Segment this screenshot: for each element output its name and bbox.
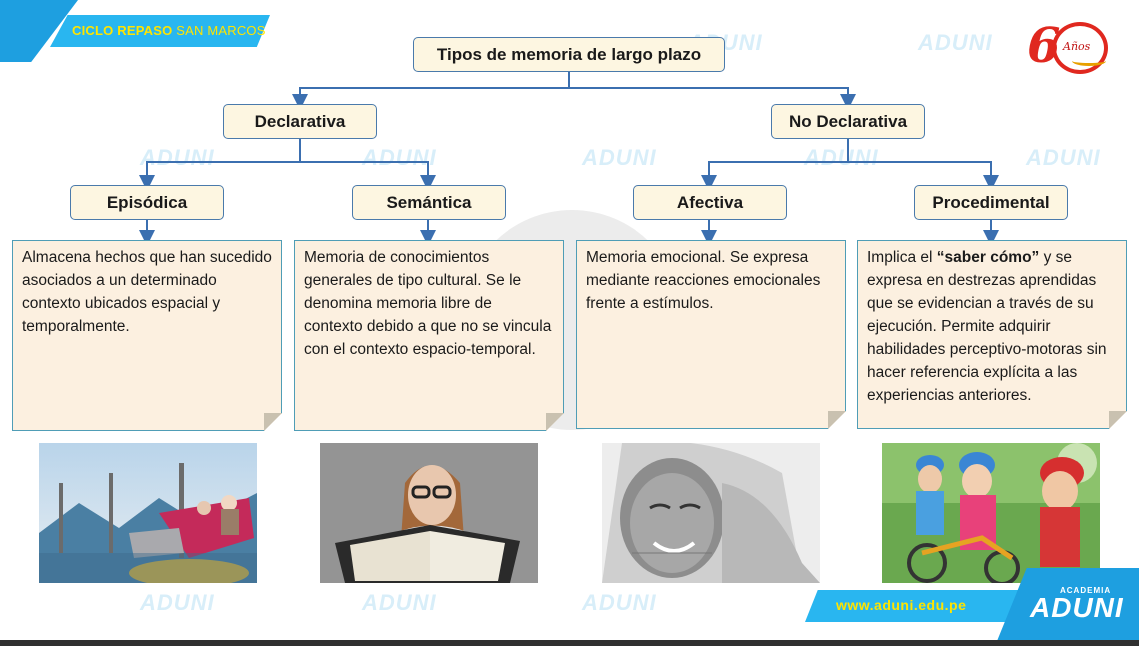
children-riding-bicycles-photo [882,443,1100,583]
node-procedimental: Procedimental [914,185,1068,220]
footer-website-link[interactable]: www.aduni.edu.pe [836,597,966,613]
description-text: Memoria emocional. Se expresa mediante r… [586,249,821,312]
description-text-emphasis: “saber cómo” [936,249,1040,266]
description-afectiva: Memoria emocional. Se expresa mediante r… [576,240,846,429]
node-semantica: Semántica [352,185,506,220]
description-text-intro: Implica el [867,249,937,266]
description-text: Almacena hechos que han sucedido asociad… [22,249,272,335]
node-episodica: Episódica [70,185,224,220]
root-node-label: Tipos de memoria de largo plazo [436,44,702,64]
node-label: Afectiva [676,192,744,212]
description-text-rest: y se expresa en destrezas aprendidas que… [867,249,1107,404]
node-label: No Declarativa [788,111,908,131]
node-declarativa: Declarativa [223,104,377,139]
description-procedimental: Implica el “saber cómo” y se expresa en … [857,240,1127,429]
description-semantica: Memoria de conocimientos generales de ti… [294,240,564,431]
node-label: Procedimental [932,192,1050,212]
smiling-elderly-woman-photo [602,443,820,583]
amusement-park-ride-photo [39,443,257,583]
node-label: Semántica [386,192,472,212]
node-label: Episódica [106,192,188,212]
node-afectiva: Afectiva [633,185,787,220]
description-text: Memoria de conocimientos generales de ti… [304,249,552,358]
footer-logo-text: ADUNI [1030,592,1124,623]
node-label: Declarativa [254,111,346,131]
node-no-declarativa: No Declarativa [771,104,925,139]
bottom-border [0,640,1139,646]
description-episodica: Almacena hechos que han sucedido asociad… [12,240,282,431]
woman-reading-book-photo [320,443,538,583]
root-node: Tipos de memoria de largo plazo [413,37,725,72]
